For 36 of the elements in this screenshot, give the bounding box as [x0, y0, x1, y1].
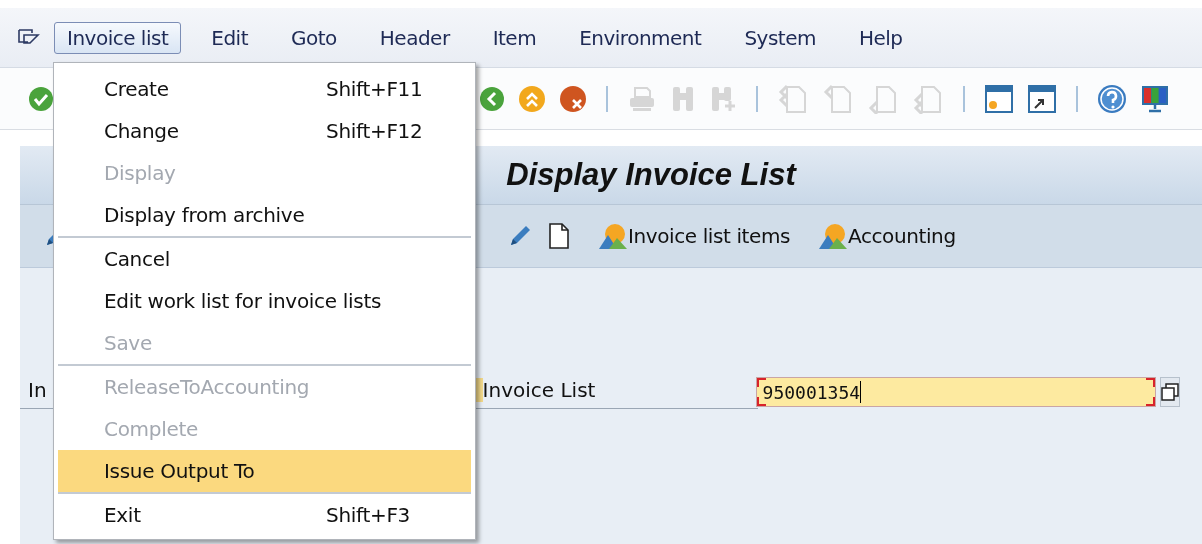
menu-item[interactable]: Cancel — [58, 238, 471, 280]
document-icon[interactable] — [548, 222, 570, 250]
menu-bar-item[interactable]: Environment — [566, 21, 715, 54]
monitor-icon[interactable] — [1140, 83, 1170, 114]
pencil-icon[interactable] — [508, 224, 532, 248]
check-icon[interactable] — [28, 85, 54, 112]
shortcut-label: Shift+F3 — [326, 503, 411, 527]
menu-bar-item[interactable]: Help — [845, 21, 916, 54]
shortcut-label: Shift+F12 — [326, 119, 423, 143]
menu-bar-item[interactable]: Item — [479, 21, 550, 54]
menu-item[interactable]: Exit Shift+F3 — [58, 494, 471, 536]
input-field[interactable]: 950001354 — [755, 377, 1156, 407]
toolbar-button[interactable]: Accounting — [818, 222, 956, 250]
shortcut-window-icon[interactable] — [1027, 83, 1057, 114]
shortcut-label: Shift+F11 — [326, 77, 423, 101]
back-icon[interactable] — [479, 85, 505, 112]
field-label: In — [28, 378, 47, 402]
menu-bar-item[interactable]: System — [731, 21, 829, 54]
help-icon[interactable] — [1097, 83, 1127, 114]
mountain-icon — [598, 222, 628, 250]
menu-item[interactable]: Change Shift+F12 — [58, 110, 471, 152]
double-chevron-icon[interactable] — [518, 84, 546, 113]
screen-title: Display Invoice List — [506, 157, 796, 193]
menu-bar-item[interactable]: Header — [366, 21, 463, 54]
menu-bar-item[interactable]: Edit — [198, 21, 261, 54]
menu-item[interactable]: Display from archive — [58, 194, 471, 236]
mountain-icon — [818, 222, 848, 250]
menu-bar-item[interactable]: Goto — [278, 21, 350, 54]
toolbar-button[interactable]: Invoice list items — [598, 222, 790, 250]
new-window-icon[interactable] — [984, 83, 1014, 114]
value-help-button[interactable] — [1159, 377, 1180, 407]
cancel-icon[interactable] — [559, 84, 587, 113]
menu-item[interactable]: Edit work list for invoice lists — [58, 280, 471, 322]
menu-icon[interactable] — [18, 28, 40, 47]
menu-item[interactable]: Issue Output To — [58, 450, 471, 492]
menu-bar-item[interactable]: Invoice list — [54, 21, 182, 54]
